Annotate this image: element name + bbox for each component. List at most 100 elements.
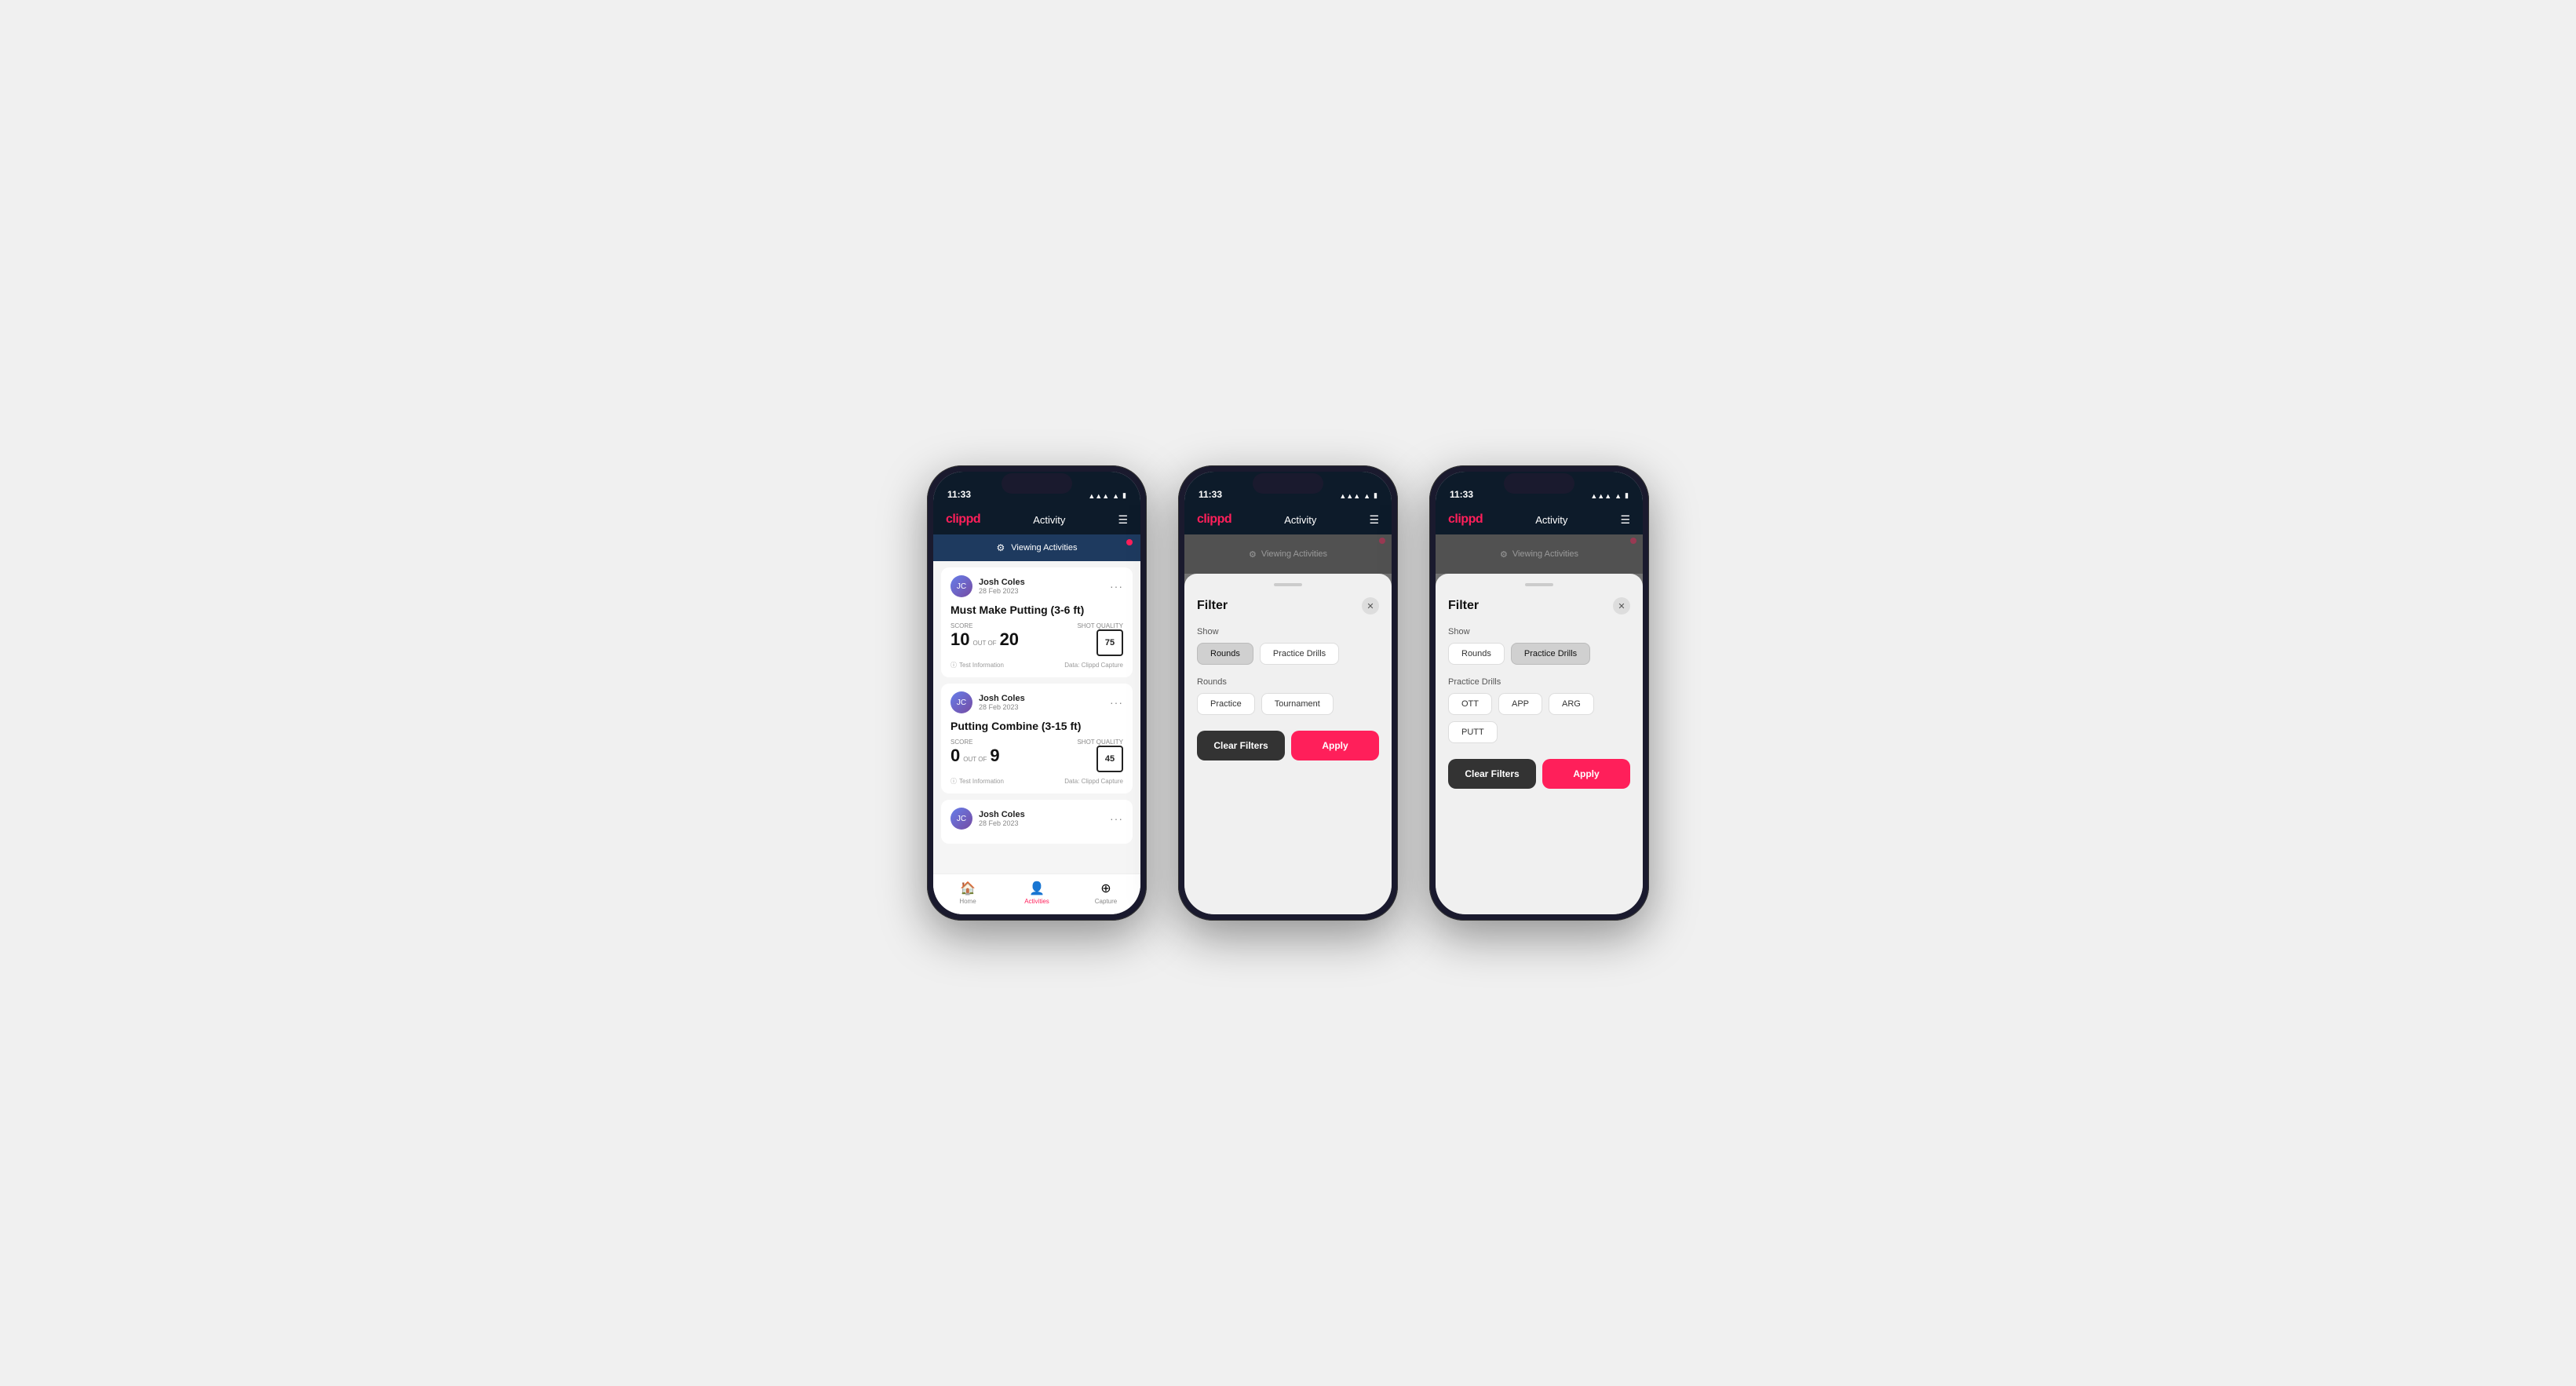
apply-button-2[interactable]: Apply xyxy=(1291,731,1379,760)
practice-drills-show-button-3[interactable]: Practice Drills xyxy=(1511,643,1590,665)
more-dots-2[interactable]: ··· xyxy=(1110,696,1123,709)
battery-icon: ▮ xyxy=(1122,491,1126,500)
phone-1-screen: 11:33 ▲▲▲ ▲ ▮ clippd Activity ☰ ⚙ Viewin… xyxy=(933,472,1140,914)
user-info-2: JC Josh Coles 28 Feb 2023 xyxy=(950,691,1025,713)
clear-filters-button-2[interactable]: Clear Filters xyxy=(1197,731,1285,760)
nav-header-3: clippd Activity ☰ xyxy=(1436,505,1643,534)
avatar-1: JC xyxy=(950,575,972,597)
notch-3 xyxy=(1504,473,1574,494)
shot-quality-label-2: Shot Quality xyxy=(1077,739,1123,746)
activity-title-2: Putting Combine (3-15 ft) xyxy=(950,720,1123,732)
phone-2: 11:33 ▲▲▲ ▲ ▮ clippd Activity ☰ ⚙Viewing… xyxy=(1178,465,1398,921)
avatar-3: JC xyxy=(950,808,972,830)
clear-filters-button-3[interactable]: Clear Filters xyxy=(1448,759,1536,789)
phones-container: 11:33 ▲▲▲ ▲ ▮ clippd Activity ☰ ⚙ Viewin… xyxy=(927,465,1649,921)
activity-list-1: JC Josh Coles 28 Feb 2023 ··· Must Make … xyxy=(933,561,1140,874)
nav-title-1: Activity xyxy=(1033,514,1065,526)
phone-1: 11:33 ▲▲▲ ▲ ▮ clippd Activity ☰ ⚙ Viewin… xyxy=(927,465,1147,921)
practice-drills-show-button-2[interactable]: Practice Drills xyxy=(1260,643,1339,665)
wifi-icon-2: ▲ xyxy=(1363,492,1370,500)
status-icons-1: ▲▲▲ ▲ ▮ xyxy=(1088,491,1126,500)
sheet-header-3: Filter ✕ xyxy=(1448,597,1630,615)
viewing-bar-text-1: Viewing Activities xyxy=(1011,543,1077,553)
more-dots-3[interactable]: ··· xyxy=(1110,812,1123,825)
card-header-1: JC Josh Coles 28 Feb 2023 ··· xyxy=(950,575,1123,597)
putt-button-3[interactable]: PUTT xyxy=(1448,721,1498,743)
rounds-label-2: Rounds xyxy=(1197,677,1379,687)
status-time-3: 11:33 xyxy=(1450,489,1473,500)
status-time-2: 11:33 xyxy=(1199,489,1222,500)
rounds-buttons-2: Practice Tournament xyxy=(1197,693,1379,715)
menu-icon-1[interactable]: ☰ xyxy=(1118,513,1128,527)
signal-icon: ▲▲▲ xyxy=(1088,492,1109,500)
ott-button-3[interactable]: OTT xyxy=(1448,693,1492,715)
nav-title-2: Activity xyxy=(1284,514,1316,526)
nav-header-2: clippd Activity ☰ xyxy=(1184,505,1392,534)
out-of-label-1: OUT OF xyxy=(972,640,996,647)
footer-data-1: Data: Clippd Capture xyxy=(1064,662,1123,669)
info-icon-1: ⓘ xyxy=(950,661,957,669)
logo-3: clippd xyxy=(1448,512,1483,527)
user-name-1: Josh Coles xyxy=(979,578,1025,587)
nav-title-3: Activity xyxy=(1535,514,1567,526)
phone-2-screen: 11:33 ▲▲▲ ▲ ▮ clippd Activity ☰ ⚙Viewing… xyxy=(1184,472,1392,914)
battery-icon-3: ▮ xyxy=(1625,491,1629,500)
arg-button-3[interactable]: ARG xyxy=(1549,693,1594,715)
info-icon-2: ⓘ xyxy=(950,777,957,786)
shots-value-2: 9 xyxy=(990,746,999,766)
rounds-show-button-3[interactable]: Rounds xyxy=(1448,643,1505,665)
wifi-icon-3: ▲ xyxy=(1615,492,1622,500)
home-label: Home xyxy=(959,898,976,905)
user-name-3: Josh Coles xyxy=(979,810,1025,819)
apply-button-3[interactable]: Apply xyxy=(1542,759,1630,789)
capture-icon: ⊕ xyxy=(1100,881,1111,896)
user-info-1: JC Josh Coles 28 Feb 2023 xyxy=(950,575,1025,597)
status-icons-2: ▲▲▲ ▲ ▮ xyxy=(1339,491,1377,500)
drills-label-3: Practice Drills xyxy=(1448,677,1630,687)
activity-card-3: JC Josh Coles 28 Feb 2023 ··· xyxy=(941,800,1133,844)
nav-item-capture[interactable]: ⊕ Capture xyxy=(1071,881,1140,905)
phone-3-screen: 11:33 ▲▲▲ ▲ ▮ clippd Activity ☰ ⚙Viewing… xyxy=(1436,472,1643,914)
show-buttons-3: Rounds Practice Drills xyxy=(1448,643,1630,665)
viewing-bar-1[interactable]: ⚙ Viewing Activities xyxy=(933,534,1140,561)
card-header-3: JC Josh Coles 28 Feb 2023 ··· xyxy=(950,808,1123,830)
activity-title-1: Must Make Putting (3-6 ft) xyxy=(950,604,1123,616)
out-of-label-2: OUT OF xyxy=(963,756,987,763)
sheet-handle-3 xyxy=(1525,583,1553,586)
rounds-show-button-2[interactable]: Rounds xyxy=(1197,643,1253,665)
score-value-1: 10 xyxy=(950,629,969,650)
show-label-3: Show xyxy=(1448,627,1630,636)
nav-item-home[interactable]: 🏠 Home xyxy=(933,881,1002,905)
shot-quality-badge-1: 75 xyxy=(1096,629,1123,656)
info-text-2: Test Information xyxy=(959,778,1004,785)
phone-3: 11:33 ▲▲▲ ▲ ▮ clippd Activity ☰ ⚙Viewing… xyxy=(1429,465,1649,921)
menu-icon-3[interactable]: ☰ xyxy=(1620,513,1630,527)
battery-icon-2: ▮ xyxy=(1374,491,1377,500)
user-info-3: JC Josh Coles 28 Feb 2023 xyxy=(950,808,1025,830)
logo-2: clippd xyxy=(1197,512,1231,527)
filter-actions-2: Clear Filters Apply xyxy=(1197,731,1379,760)
score-value-2: 0 xyxy=(950,746,960,766)
card-footer-1: ⓘ Test Information Data: Clippd Capture xyxy=(950,661,1123,669)
user-date-3: 28 Feb 2023 xyxy=(979,819,1025,827)
user-name-2: Josh Coles xyxy=(979,694,1025,703)
sheet-handle-2 xyxy=(1274,583,1302,586)
close-button-2[interactable]: ✕ xyxy=(1362,597,1379,615)
avatar-2: JC xyxy=(950,691,972,713)
shots-value-1: 20 xyxy=(1000,629,1019,650)
more-dots-1[interactable]: ··· xyxy=(1110,580,1123,593)
capture-label: Capture xyxy=(1095,898,1117,905)
practice-round-button-2[interactable]: Practice xyxy=(1197,693,1255,715)
menu-icon-2[interactable]: ☰ xyxy=(1369,513,1379,527)
app-button-3[interactable]: APP xyxy=(1498,693,1542,715)
card-footer-2: ⓘ Test Information Data: Clippd Capture xyxy=(950,777,1123,786)
nav-item-activities[interactable]: 👤 Activities xyxy=(1002,881,1071,905)
user-date-1: 28 Feb 2023 xyxy=(979,587,1025,595)
tournament-button-2[interactable]: Tournament xyxy=(1261,693,1334,715)
notification-dot-1 xyxy=(1126,539,1133,545)
notch xyxy=(1002,473,1072,494)
activities-icon: 👤 xyxy=(1029,881,1045,896)
sheet-header-2: Filter ✕ xyxy=(1197,597,1379,615)
activities-label: Activities xyxy=(1024,898,1049,905)
close-button-3[interactable]: ✕ xyxy=(1613,597,1630,615)
